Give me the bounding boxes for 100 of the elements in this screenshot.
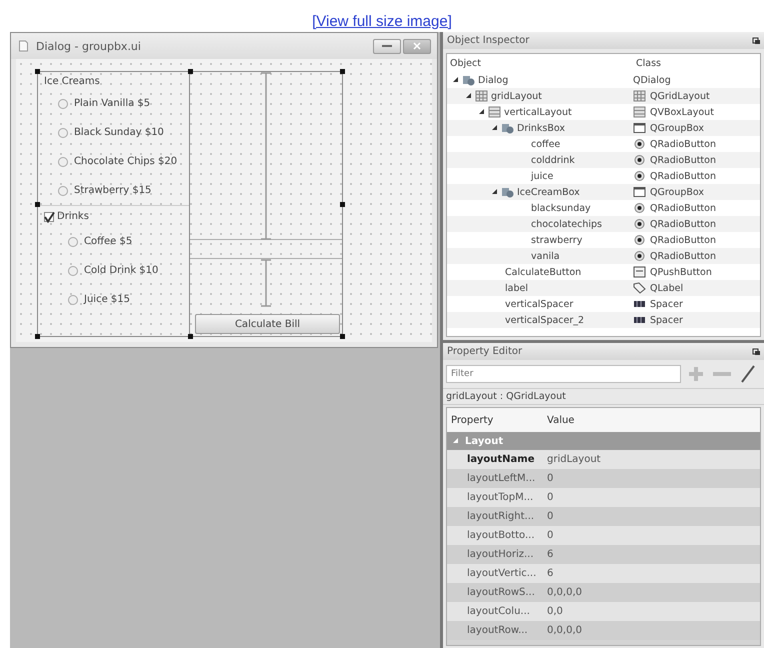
tree-item[interactable]: CalculateButton — [505, 266, 582, 278]
widget-icon — [501, 122, 514, 134]
column-header: Class — [636, 58, 661, 68]
selection-handle[interactable] — [35, 202, 40, 207]
radio-button-icon — [633, 170, 646, 182]
group-box-icon — [633, 122, 646, 134]
push-button-icon — [633, 266, 646, 278]
column-header: Property — [451, 414, 494, 426]
selection-handle[interactable] — [340, 69, 345, 74]
tree-item[interactable]: blacksunday — [531, 202, 591, 214]
calculate-bill-button[interactable]: Calculate Bill — [195, 314, 340, 334]
selection-handle[interactable] — [35, 334, 40, 339]
tree-item[interactable]: verticalSpacer — [505, 298, 574, 310]
radio-button[interactable] — [68, 266, 78, 276]
radio-button-icon — [633, 138, 646, 150]
class-name: QRadioButton — [650, 170, 716, 182]
tree-item[interactable]: chocolatechips — [531, 218, 602, 230]
tree-item[interactable]: verticalSpacer_2 — [505, 314, 584, 326]
tree-item[interactable]: coffee — [531, 138, 560, 150]
plus-icon — [686, 365, 706, 383]
tree-item[interactable]: verticalLayout — [504, 106, 572, 118]
spacer-icon — [633, 314, 646, 326]
property-value[interactable]: 0 — [547, 492, 554, 503]
radio-button[interactable] — [58, 98, 68, 108]
property-name: layoutTopM... — [467, 492, 534, 503]
option-label: Cold Drink $10 — [84, 265, 158, 276]
radio-button[interactable] — [58, 128, 68, 138]
radio-button[interactable] — [68, 236, 78, 246]
selection-handle[interactable] — [340, 202, 345, 207]
property-name: layoutRight... — [467, 511, 536, 522]
property-name: layoutBotto... — [467, 530, 536, 541]
group-box-title: Ice Creams — [43, 75, 101, 89]
class-name: QVBoxLayout — [650, 106, 714, 118]
label-tag-icon — [633, 282, 646, 294]
property-value[interactable]: 0,0 — [547, 606, 563, 617]
property-value[interactable]: 0,0,0,0 — [547, 587, 582, 598]
tree-item[interactable]: juice — [531, 170, 554, 182]
class-name: QGridLayout — [650, 90, 710, 102]
class-name: QRadioButton — [650, 154, 716, 166]
option-label: Black Sunday $10 — [74, 127, 164, 138]
property-value[interactable]: 0 — [547, 511, 554, 522]
radio-button-icon — [633, 218, 646, 230]
tree-item[interactable]: vanila — [531, 250, 560, 262]
tree-item[interactable]: DrinksBox — [517, 122, 565, 134]
checkbox-label: Drinks — [57, 211, 89, 222]
option-label: Juice $15 — [84, 294, 130, 305]
class-name: QRadioButton — [650, 234, 716, 246]
property-name: layoutName — [467, 454, 536, 465]
property-value[interactable]: 0 — [547, 530, 554, 541]
class-name: QRadioButton — [650, 218, 716, 230]
radio-button[interactable] — [58, 186, 68, 196]
tree-item[interactable]: colddrink — [531, 154, 575, 166]
selection-handle[interactable] — [35, 69, 40, 74]
tree-item[interactable]: label — [505, 282, 528, 294]
checkbox[interactable] — [44, 212, 54, 222]
selected-object-label: gridLayout : QGridLayout — [443, 388, 764, 405]
selection-handle[interactable] — [188, 69, 193, 74]
spacer-icon — [633, 298, 646, 310]
panel-title: Property Editor — [447, 346, 522, 357]
property-name: layoutRowS... — [467, 587, 536, 598]
class-name: QRadioButton — [650, 250, 716, 262]
tree-item[interactable]: strawberry — [531, 234, 582, 246]
minimize-button[interactable] — [373, 38, 401, 54]
class-name: QLabel — [650, 282, 684, 294]
dialog-icon — [17, 40, 30, 52]
property-value[interactable]: 6 — [547, 568, 554, 579]
filter-field[interactable]: Filter — [446, 365, 681, 383]
class-name: QRadioButton — [650, 138, 716, 150]
option-label: Plain Vanilla $5 — [74, 98, 150, 109]
option-label: Strawberry $15 — [74, 185, 152, 196]
class-name: QGroupBox — [650, 122, 704, 134]
selection-handle[interactable] — [188, 334, 193, 339]
tree-item[interactable]: Dialog — [478, 74, 508, 86]
panel-title: Object Inspector — [447, 35, 530, 46]
window-title: Dialog - groupbx.ui — [36, 40, 142, 52]
property-value[interactable]: 0 — [547, 473, 554, 484]
close-icon — [413, 42, 421, 50]
float-icon[interactable] — [752, 348, 760, 356]
column-header: Value — [547, 414, 574, 426]
class-name: QPushButton — [650, 266, 712, 278]
radio-button-icon — [633, 250, 646, 262]
property-value[interactable]: gridLayout — [547, 454, 601, 465]
class-name: QGroupBox — [650, 186, 704, 198]
tree-item[interactable]: gridLayout — [491, 90, 542, 102]
close-button[interactable] — [403, 38, 431, 54]
class-name: Spacer — [650, 314, 683, 326]
view-full-size-link[interactable]: [View full size image] — [312, 13, 452, 30]
vertical-layout-icon — [633, 106, 646, 118]
property-value[interactable]: 6 — [547, 549, 554, 560]
minimize-icon — [382, 44, 392, 48]
vertical-layout-icon — [488, 106, 501, 118]
property-value[interactable]: 0,0,0,0 — [547, 625, 582, 636]
selection-handle[interactable] — [340, 334, 345, 339]
float-icon[interactable] — [752, 36, 760, 44]
radio-button[interactable] — [58, 156, 68, 166]
radio-button[interactable] — [68, 294, 78, 304]
class-name: Spacer — [650, 298, 683, 310]
check-icon — [42, 210, 56, 222]
tree-item[interactable]: IceCreamBox — [517, 186, 580, 198]
option-label: Coffee $5 — [84, 236, 132, 247]
